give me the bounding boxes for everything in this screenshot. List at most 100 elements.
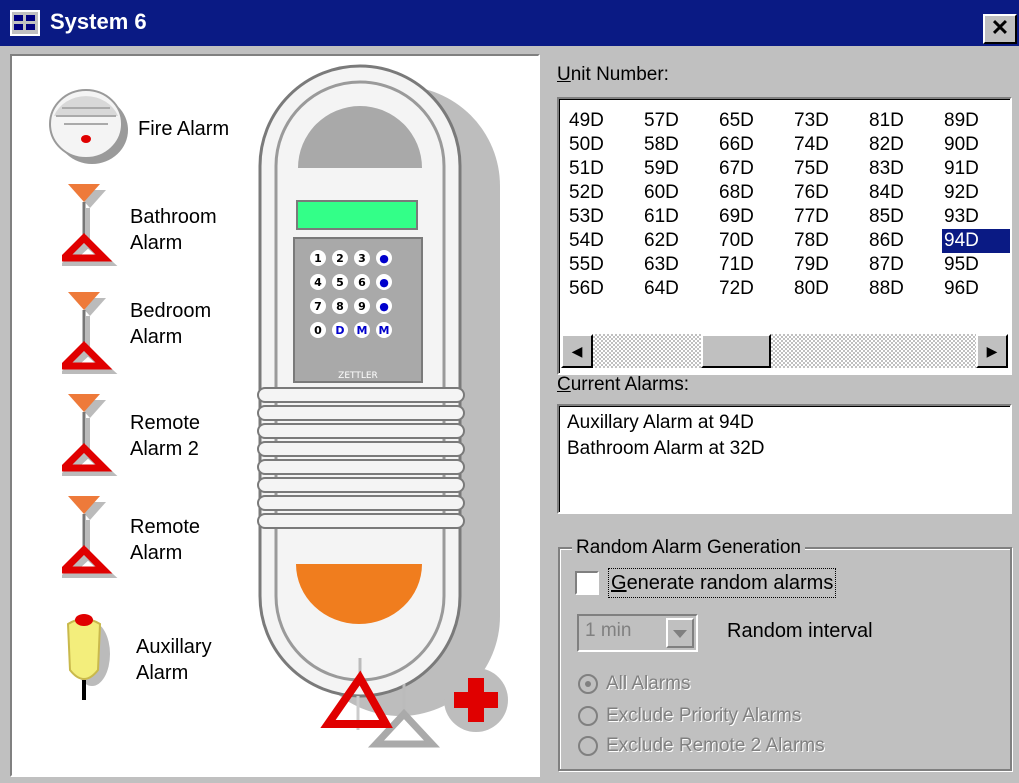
remote-alarm-label-line2: Alarm <box>130 542 183 564</box>
unit-number-item[interactable]: 52D <box>567 181 642 205</box>
svg-text:●: ● <box>379 252 389 265</box>
unit-number-item[interactable]: 55D <box>567 253 642 277</box>
unit-number-item[interactable]: 93D <box>942 205 1010 229</box>
radio-button[interactable] <box>578 674 598 694</box>
unit-number-item[interactable]: 69D <box>717 205 792 229</box>
unit-number-item[interactable]: 53D <box>567 205 642 229</box>
intercom-unit-icon[interactable]: 1 2 3 ● 4 5 6 ● 7 8 9 ● 0DMM ZETTLER <box>240 60 530 760</box>
pendant-alarm-icon[interactable] <box>58 608 120 702</box>
unit-number-item[interactable]: 74D <box>792 133 867 157</box>
unit-number-item[interactable]: 91D <box>942 157 1010 181</box>
unit-number-item[interactable]: 61D <box>642 205 717 229</box>
auxillary-alarm-label-line2: Alarm <box>136 662 189 684</box>
svg-text:2: 2 <box>336 252 344 265</box>
remote-alarm-2-label-line1: Remote <box>130 412 201 434</box>
radio-label: Exclude Remote 2 Alarms <box>606 735 825 756</box>
current-alarm-item[interactable]: Auxillary Alarm at 94D <box>567 410 1002 436</box>
svg-text:5: 5 <box>336 276 344 289</box>
unit-number-item[interactable]: 81D <box>867 109 942 133</box>
smoke-detector-icon[interactable] <box>46 86 130 166</box>
unit-number-item[interactable]: 75D <box>792 157 867 181</box>
unit-number-item[interactable]: 65D <box>717 109 792 133</box>
unit-number-item[interactable]: 68D <box>717 181 792 205</box>
unit-list-scrollbar[interactable]: ◀ ▶ <box>561 334 1008 368</box>
unit-number-item[interactable]: 71D <box>717 253 792 277</box>
remote-alarm-label-line1: Remote <box>130 516 201 538</box>
unit-number-item[interactable]: 57D <box>642 109 717 133</box>
remote-alarm-pull-cord-icon[interactable] <box>62 494 130 578</box>
unit-number-item[interactable]: 49D <box>567 109 642 133</box>
unit-number-item[interactable]: 72D <box>717 277 792 301</box>
unit-number-item[interactable]: 59D <box>642 157 717 181</box>
unit-number-item[interactable]: 96D <box>942 277 1010 301</box>
bathroom-alarm-label-line1: Bathroom <box>130 206 217 228</box>
close-button[interactable]: ✕ <box>983 14 1017 44</box>
bedroom-alarm-label-line1: Bedroom <box>130 300 212 322</box>
red-cross-icon[interactable] <box>442 666 512 736</box>
unit-number-item[interactable]: 63D <box>642 253 717 277</box>
radio-button[interactable] <box>578 706 598 726</box>
bathroom-pull-cord-icon[interactable] <box>62 182 130 266</box>
unit-number-item[interactable]: 89D <box>942 109 1010 133</box>
unit-number-item[interactable]: 62D <box>642 229 717 253</box>
unit-number-item[interactable]: 60D <box>642 181 717 205</box>
unit-number-item[interactable]: 64D <box>642 277 717 301</box>
remote-alarm-2-pull-cord-icon[interactable] <box>62 392 130 476</box>
unit-number-item[interactable]: 77D <box>792 205 867 229</box>
unit-number-item[interactable]: 70D <box>717 229 792 253</box>
unit-number-item[interactable]: 90D <box>942 133 1010 157</box>
unit-number-item[interactable]: 86D <box>867 229 942 253</box>
unit-number-item[interactable]: 88D <box>867 277 942 301</box>
random-interval-value: 1 min <box>585 620 632 641</box>
generate-random-alarms-checkbox[interactable] <box>575 571 599 595</box>
svg-text:M: M <box>357 324 368 337</box>
unit-number-item[interactable]: 80D <box>792 277 867 301</box>
unit-number-item[interactable]: 92D <box>942 181 1010 205</box>
svg-text:●: ● <box>379 276 389 289</box>
svg-text:6: 6 <box>358 276 366 289</box>
current-alarms-list[interactable]: Auxillary Alarm at 94D Bathroom Alarm at… <box>557 404 1012 514</box>
scroll-right-button[interactable]: ▶ <box>976 334 1008 368</box>
title-bar[interactable] <box>0 0 1019 46</box>
bedroom-pull-cord-icon[interactable] <box>62 290 130 374</box>
unit-number-item[interactable]: 79D <box>792 253 867 277</box>
unit-number-item[interactable]: 58D <box>642 133 717 157</box>
random-alarm-group-label: Random Alarm Generation <box>572 535 805 561</box>
svg-text:3: 3 <box>358 252 366 265</box>
unit-number-item[interactable]: 51D <box>567 157 642 181</box>
unit-number-item[interactable]: 94D <box>942 229 1010 253</box>
unit-number-item[interactable]: 83D <box>867 157 942 181</box>
unit-number-item[interactable]: 56D <box>567 277 642 301</box>
current-alarm-item[interactable]: Bathroom Alarm at 32D <box>567 436 1002 462</box>
app-icon <box>10 10 40 36</box>
scroll-left-button[interactable]: ◀ <box>561 334 593 368</box>
unit-number-item[interactable]: 66D <box>717 133 792 157</box>
svg-text:4: 4 <box>314 276 322 289</box>
svg-text:ZETTLER: ZETTLER <box>338 371 378 381</box>
scroll-track[interactable] <box>593 334 976 368</box>
svg-text:9: 9 <box>358 300 366 313</box>
scroll-thumb[interactable] <box>701 334 771 368</box>
unit-number-item[interactable]: 73D <box>792 109 867 133</box>
unit-number-item[interactable]: 85D <box>867 205 942 229</box>
svg-text:7: 7 <box>314 300 322 313</box>
chevron-down-icon[interactable] <box>666 618 694 648</box>
unit-number-item[interactable]: 76D <box>792 181 867 205</box>
bathroom-alarm-label-line2: Alarm <box>130 232 183 254</box>
unit-number-item[interactable]: 54D <box>567 229 642 253</box>
unit-number-item[interactable]: 50D <box>567 133 642 157</box>
unit-number-list[interactable]: 49D 50D 51D 52D 53D 54D 55D 56D 57D 58D 59D 60D 61D 6… <box>557 97 1012 375</box>
bedroom-alarm-label-line2: Alarm <box>130 326 183 348</box>
unit-number-grid[interactable]: 49D 50D 51D 52D 53D 54D 55D 56D 57D 58D 59D 60D 61D 6… <box>567 109 1010 334</box>
window-title: System 6 <box>50 9 147 34</box>
generate-random-alarms-label[interactable]: Generate random alarms <box>607 568 837 598</box>
unit-number-item[interactable]: 87D <box>867 253 942 277</box>
radio-button[interactable] <box>578 736 598 756</box>
random-interval-select[interactable]: 1 min <box>577 614 698 652</box>
pull-triangle-icons[interactable] <box>320 658 440 750</box>
unit-number-item[interactable]: 95D <box>942 253 1010 277</box>
unit-number-item[interactable]: 67D <box>717 157 792 181</box>
unit-number-item[interactable]: 84D <box>867 181 942 205</box>
unit-number-item[interactable]: 82D <box>867 133 942 157</box>
unit-number-item[interactable]: 78D <box>792 229 867 253</box>
